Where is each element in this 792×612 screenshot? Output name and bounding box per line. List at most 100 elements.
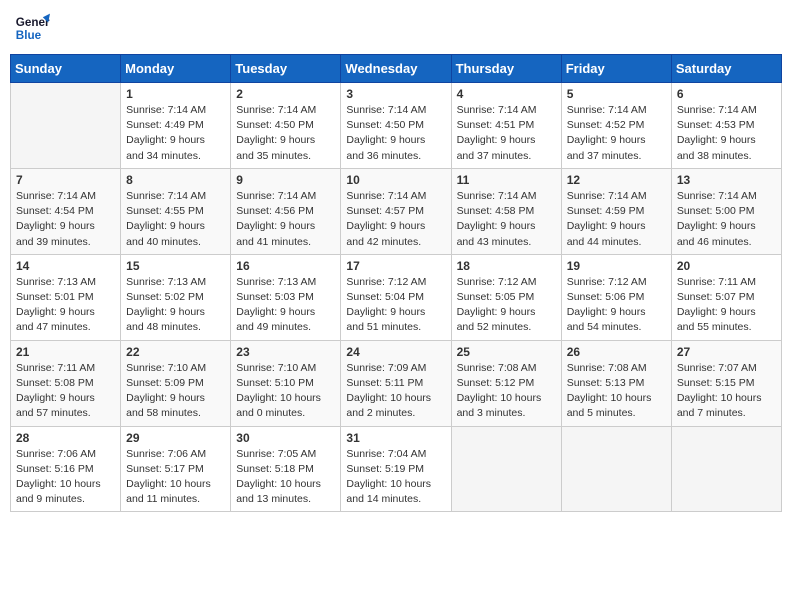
day-info: Sunrise: 7:14 AMSunset: 5:00 PMDaylight:… — [677, 189, 776, 250]
day-number: 9 — [236, 173, 335, 187]
logo-icon: General Blue — [14, 10, 50, 46]
day-info: Sunrise: 7:05 AMSunset: 5:18 PMDaylight:… — [236, 447, 335, 508]
day-number: 3 — [346, 87, 445, 101]
calendar-cell: 31 Sunrise: 7:04 AMSunset: 5:19 PMDayligh… — [341, 426, 451, 512]
calendar-cell: 12 Sunrise: 7:14 AMSunset: 4:59 PMDayligh… — [561, 168, 671, 254]
calendar-cell: 23Sunrise: 7:10 AMSunset: 5:10 PMDayligh… — [231, 340, 341, 426]
day-number: 13 — [677, 173, 776, 187]
day-info: Sunrise: 7:14 AMSunset: 4:56 PMDaylight:… — [236, 189, 335, 250]
calendar-cell: 8 Sunrise: 7:14 AMSunset: 4:55 PMDaylight… — [121, 168, 231, 254]
calendar-cell — [671, 426, 781, 512]
day-info: Sunrise: 7:13 AMSunset: 5:03 PMDaylight:… — [236, 275, 335, 336]
day-number: 18 — [457, 259, 556, 273]
calendar-cell — [561, 426, 671, 512]
day-info: Sunrise: 7:06 AMSunset: 5:16 PMDaylight:… — [16, 447, 115, 508]
weekday-header: Monday — [121, 55, 231, 83]
calendar-cell: 4 Sunrise: 7:14 AMSunset: 4:51 PMDaylight… — [451, 83, 561, 169]
day-number: 1 — [126, 87, 225, 101]
calendar-cell: 1 Sunrise: 7:14 AMSunset: 4:49 PMDaylight… — [121, 83, 231, 169]
calendar-cell: 21 Sunrise: 7:11 AMSunset: 5:08 PMDayligh… — [11, 340, 121, 426]
page-header: General Blue — [10, 10, 782, 46]
weekday-header: Tuesday — [231, 55, 341, 83]
weekday-header: Wednesday — [341, 55, 451, 83]
day-info: Sunrise: 7:14 AMSunset: 4:51 PMDaylight:… — [457, 103, 556, 164]
day-info: Sunrise: 7:11 AMSunset: 5:08 PMDaylight:… — [16, 361, 115, 422]
calendar-week-row: 21 Sunrise: 7:11 AMSunset: 5:08 PMDayligh… — [11, 340, 782, 426]
calendar-week-row: 1 Sunrise: 7:14 AMSunset: 4:49 PMDaylight… — [11, 83, 782, 169]
calendar-cell: 19Sunrise: 7:12 AMSunset: 5:06 PMDayligh… — [561, 254, 671, 340]
day-number: 16 — [236, 259, 335, 273]
calendar-cell: 7 Sunrise: 7:14 AMSunset: 4:54 PMDaylight… — [11, 168, 121, 254]
day-info: Sunrise: 7:09 AMSunset: 5:11 PMDaylight:… — [346, 361, 445, 422]
day-number: 26 — [567, 345, 666, 359]
day-number: 25 — [457, 345, 556, 359]
day-info: Sunrise: 7:07 AMSunset: 5:15 PMDaylight:… — [677, 361, 776, 422]
logo: General Blue — [14, 10, 50, 46]
day-info: Sunrise: 7:14 AMSunset: 4:50 PMDaylight:… — [236, 103, 335, 164]
calendar-cell: 3 Sunrise: 7:14 AMSunset: 4:50 PMDaylight… — [341, 83, 451, 169]
weekday-header-row: SundayMondayTuesdayWednesdayThursdayFrid… — [11, 55, 782, 83]
calendar-cell: 28 Sunrise: 7:06 AMSunset: 5:16 PMDayligh… — [11, 426, 121, 512]
day-number: 17 — [346, 259, 445, 273]
calendar-cell: 25 Sunrise: 7:08 AMSunset: 5:12 PMDayligh… — [451, 340, 561, 426]
day-number: 27 — [677, 345, 776, 359]
day-info: Sunrise: 7:14 AMSunset: 4:49 PMDaylight:… — [126, 103, 225, 164]
calendar-cell: 14Sunrise: 7:13 AMSunset: 5:01 PMDayligh… — [11, 254, 121, 340]
day-number: 8 — [126, 173, 225, 187]
day-info: Sunrise: 7:14 AMSunset: 4:59 PMDaylight:… — [567, 189, 666, 250]
day-info: Sunrise: 7:06 AMSunset: 5:17 PMDaylight:… — [126, 447, 225, 508]
day-info: Sunrise: 7:14 AMSunset: 4:58 PMDaylight:… — [457, 189, 556, 250]
day-number: 30 — [236, 431, 335, 445]
calendar-cell: 10 Sunrise: 7:14 AMSunset: 4:57 PMDayligh… — [341, 168, 451, 254]
calendar-cell: 26Sunrise: 7:08 AMSunset: 5:13 PMDayligh… — [561, 340, 671, 426]
day-info: Sunrise: 7:14 AMSunset: 4:52 PMDaylight:… — [567, 103, 666, 164]
day-number: 10 — [346, 173, 445, 187]
weekday-header: Sunday — [11, 55, 121, 83]
weekday-header: Thursday — [451, 55, 561, 83]
calendar-cell: 30 Sunrise: 7:05 AMSunset: 5:18 PMDayligh… — [231, 426, 341, 512]
day-number: 29 — [126, 431, 225, 445]
calendar-cell — [11, 83, 121, 169]
day-number: 12 — [567, 173, 666, 187]
calendar-cell — [451, 426, 561, 512]
day-info: Sunrise: 7:14 AMSunset: 4:50 PMDaylight:… — [346, 103, 445, 164]
day-number: 11 — [457, 173, 556, 187]
day-number: 15 — [126, 259, 225, 273]
day-number: 5 — [567, 87, 666, 101]
day-number: 21 — [16, 345, 115, 359]
calendar-cell: 29 Sunrise: 7:06 AMSunset: 5:17 PMDayligh… — [121, 426, 231, 512]
calendar-week-row: 28 Sunrise: 7:06 AMSunset: 5:16 PMDayligh… — [11, 426, 782, 512]
day-info: Sunrise: 7:12 AMSunset: 5:06 PMDaylight:… — [567, 275, 666, 336]
calendar-cell: 15 Sunrise: 7:13 AMSunset: 5:02 PMDayligh… — [121, 254, 231, 340]
day-info: Sunrise: 7:10 AMSunset: 5:10 PMDaylight:… — [236, 361, 335, 422]
day-info: Sunrise: 7:04 AMSunset: 5:19 PMDaylight:… — [346, 447, 445, 508]
day-number: 4 — [457, 87, 556, 101]
day-number: 31 — [346, 431, 445, 445]
calendar-cell: 6Sunrise: 7:14 AMSunset: 4:53 PMDaylight… — [671, 83, 781, 169]
day-info: Sunrise: 7:14 AMSunset: 4:53 PMDaylight:… — [677, 103, 776, 164]
day-info: Sunrise: 7:14 AMSunset: 4:54 PMDaylight:… — [16, 189, 115, 250]
day-number: 24 — [346, 345, 445, 359]
day-number: 28 — [16, 431, 115, 445]
day-info: Sunrise: 7:08 AMSunset: 5:12 PMDaylight:… — [457, 361, 556, 422]
day-number: 22 — [126, 345, 225, 359]
day-number: 2 — [236, 87, 335, 101]
day-info: Sunrise: 7:12 AMSunset: 5:04 PMDaylight:… — [346, 275, 445, 336]
weekday-header: Saturday — [671, 55, 781, 83]
calendar-week-row: 7 Sunrise: 7:14 AMSunset: 4:54 PMDaylight… — [11, 168, 782, 254]
day-info: Sunrise: 7:13 AMSunset: 5:01 PMDaylight:… — [16, 275, 115, 336]
calendar-cell: 18Sunrise: 7:12 AMSunset: 5:05 PMDayligh… — [451, 254, 561, 340]
calendar-cell: 9 Sunrise: 7:14 AMSunset: 4:56 PMDaylight… — [231, 168, 341, 254]
calendar-cell: 13 Sunrise: 7:14 AMSunset: 5:00 PMDayligh… — [671, 168, 781, 254]
day-info: Sunrise: 7:14 AMSunset: 4:55 PMDaylight:… — [126, 189, 225, 250]
calendar-cell: 2 Sunrise: 7:14 AMSunset: 4:50 PMDaylight… — [231, 83, 341, 169]
day-info: Sunrise: 7:14 AMSunset: 4:57 PMDaylight:… — [346, 189, 445, 250]
day-number: 7 — [16, 173, 115, 187]
calendar-cell: 5 Sunrise: 7:14 AMSunset: 4:52 PMDaylight… — [561, 83, 671, 169]
day-number: 20 — [677, 259, 776, 273]
weekday-header: Friday — [561, 55, 671, 83]
calendar-cell: 17 Sunrise: 7:12 AMSunset: 5:04 PMDayligh… — [341, 254, 451, 340]
svg-text:Blue: Blue — [16, 29, 42, 42]
calendar-cell: 27 Sunrise: 7:07 AMSunset: 5:15 PMDayligh… — [671, 340, 781, 426]
day-info: Sunrise: 7:13 AMSunset: 5:02 PMDaylight:… — [126, 275, 225, 336]
